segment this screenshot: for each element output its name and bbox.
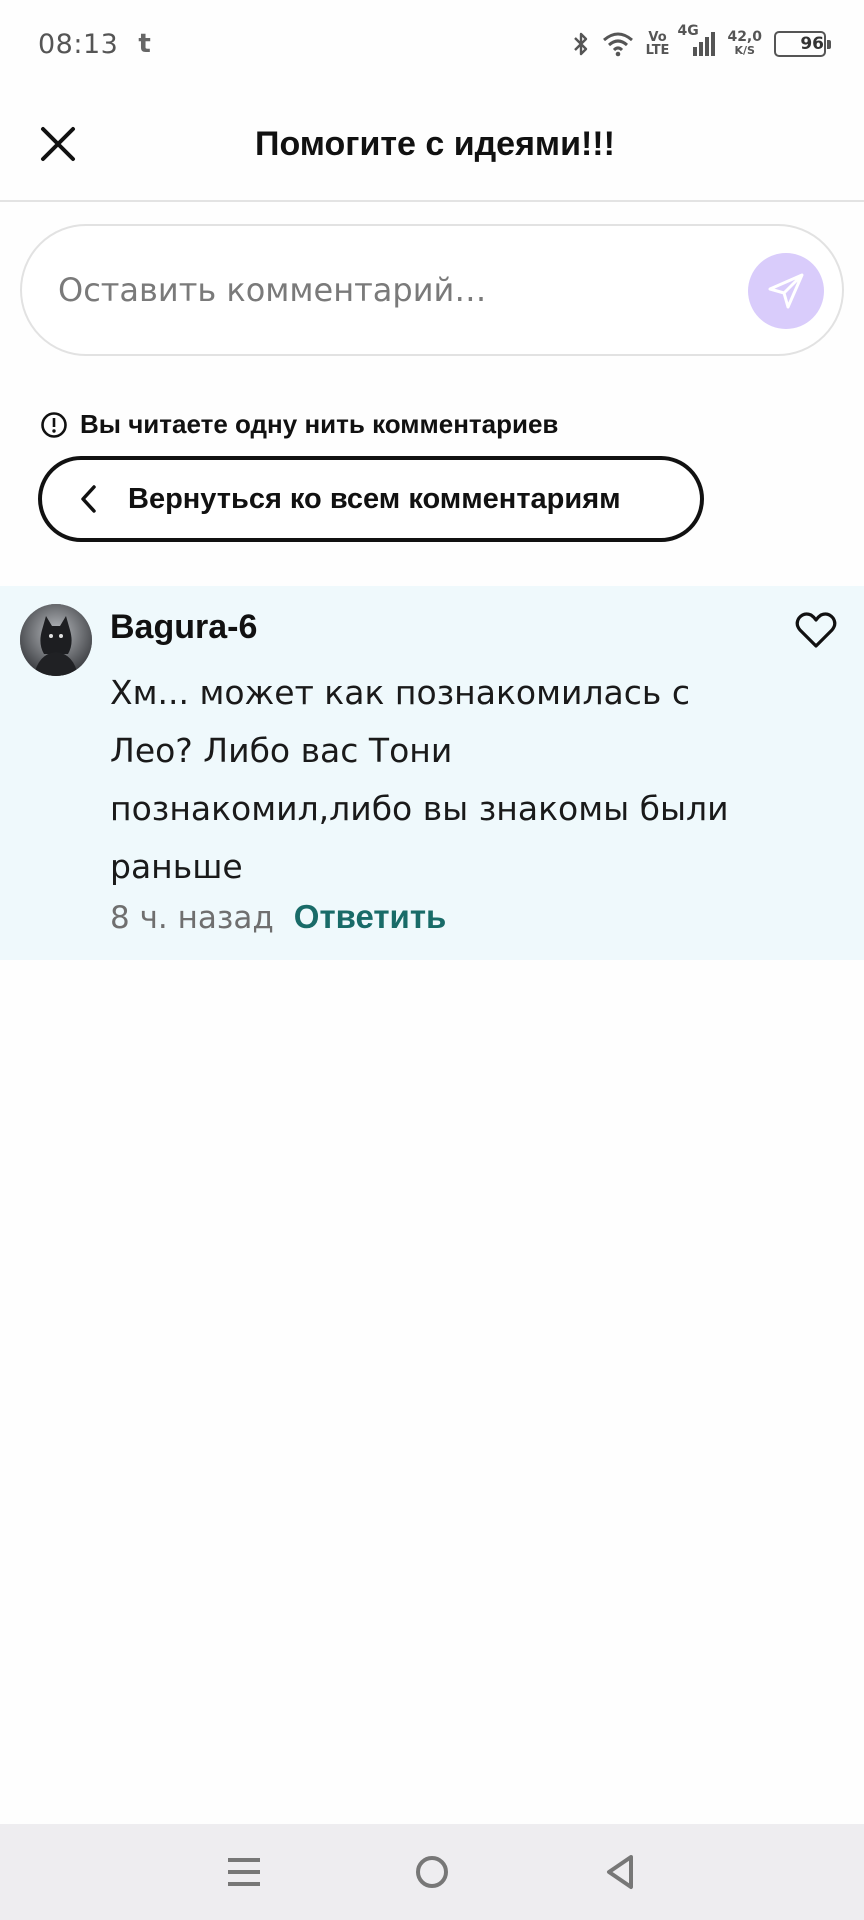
- comment-input-container: [20, 224, 844, 356]
- status-icons: Vo LTE 4G 42,0 K/S 96: [572, 24, 831, 57]
- recent-apps-button[interactable]: [214, 1842, 274, 1902]
- speed-unit: K/S: [734, 44, 755, 57]
- tumblr-notification-icon: t: [138, 29, 151, 59]
- header: Помогите с идеями!!!: [0, 88, 864, 202]
- volte-bottom: LTE: [645, 43, 670, 58]
- chevron-left-icon: [81, 485, 96, 513]
- comment-input[interactable]: [58, 271, 718, 309]
- close-button[interactable]: [30, 116, 86, 172]
- info-icon: [41, 411, 67, 438]
- thread-notice-text: Вы читаете одну нить комментариев: [80, 409, 559, 439]
- network-speed: 42,0 K/S: [727, 29, 762, 57]
- back-to-all-comments-button[interactable]: Вернуться ко всем комментариям: [38, 456, 704, 542]
- comment-text: Хм... может как познакомилась с Лео? Либ…: [110, 673, 729, 886]
- avatar[interactable]: [20, 604, 92, 676]
- menu-icon: [228, 1858, 260, 1886]
- heart-icon: [795, 612, 837, 648]
- page-title: Помогите с идеями!!!: [255, 124, 615, 163]
- signal-icon: 4G: [677, 24, 716, 57]
- comment-item: Bagura-6 Хм... может как познакомилась с…: [0, 586, 864, 960]
- bluetooth-icon: [572, 31, 590, 57]
- home-icon: [416, 1856, 448, 1888]
- close-icon: [41, 127, 75, 161]
- status-bar: 08:13 t Vo LTE 4G 42,0 K/S 96: [0, 0, 864, 88]
- battery-level: 96: [800, 34, 824, 54]
- system-nav-bar: [0, 1824, 864, 1920]
- thread-notice: Вы читаете одну нить комментариев: [40, 409, 558, 440]
- home-button[interactable]: [402, 1842, 462, 1902]
- network-type: 4G: [677, 23, 699, 39]
- back-icon: [607, 1855, 633, 1889]
- like-button[interactable]: [794, 610, 838, 650]
- volte-indicator: Vo LTE: [646, 31, 670, 57]
- reply-button[interactable]: Ответить: [294, 898, 447, 936]
- wifi-icon: [602, 31, 634, 57]
- send-icon: [768, 273, 804, 309]
- back-button-label: Вернуться ко всем комментариям: [128, 482, 621, 515]
- comment-meta: 8 ч. назад Ответить: [110, 898, 446, 936]
- speed-value: 42,0: [727, 29, 762, 45]
- comment-timestamp: 8 ч. назад: [110, 900, 274, 936]
- comment-author[interactable]: Bagura-6: [110, 608, 257, 647]
- battery-icon: 96: [774, 31, 831, 57]
- status-time: 08:13: [38, 28, 119, 60]
- send-button[interactable]: [748, 253, 824, 329]
- back-button[interactable]: [590, 1842, 650, 1902]
